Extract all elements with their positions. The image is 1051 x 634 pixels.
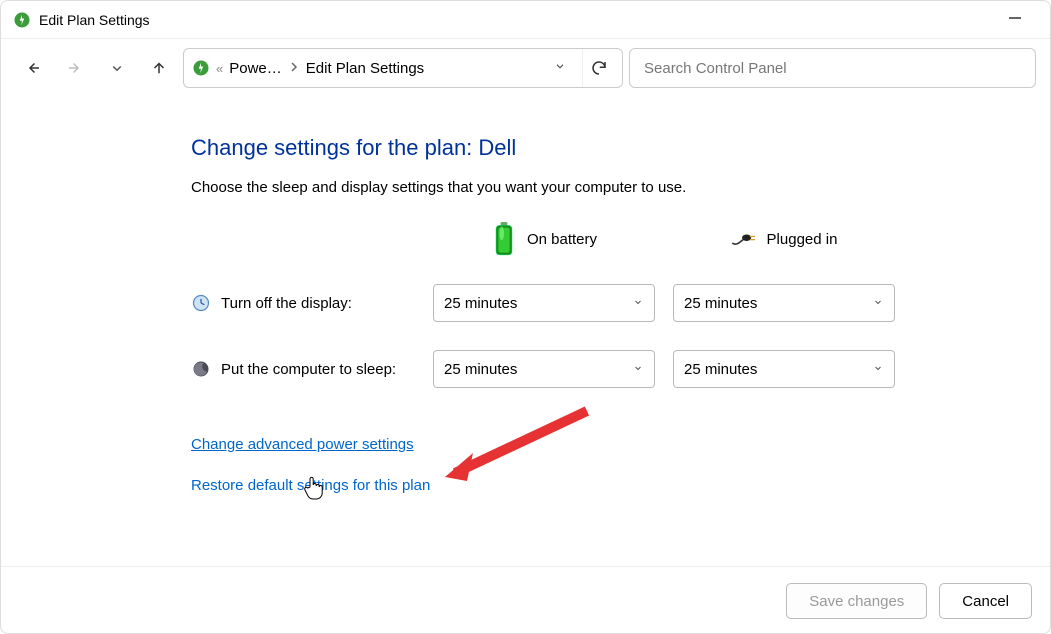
setting-row-display: Turn off the display: 25 minutes 25 minu… xyxy=(191,284,1050,322)
sleep-plugged-value: 25 minutes xyxy=(684,361,757,378)
chevron-down-icon xyxy=(872,296,884,311)
moon-icon xyxy=(191,359,211,379)
cancel-button[interactable]: Cancel xyxy=(939,583,1032,619)
display-plugged-value: 25 minutes xyxy=(684,295,757,312)
display-label: Turn off the display: xyxy=(221,295,352,312)
sleep-battery-select[interactable]: 25 minutes xyxy=(433,350,655,388)
breadcrumb-root[interactable]: Powe… xyxy=(229,60,282,77)
advanced-settings-link[interactable]: Change advanced power settings xyxy=(191,436,1050,453)
back-button[interactable] xyxy=(15,50,51,86)
setting-row-sleep: Put the computer to sleep: 25 minutes 25… xyxy=(191,350,1050,388)
chevron-down-icon xyxy=(872,362,884,377)
sleep-battery-value: 25 minutes xyxy=(444,361,517,378)
address-bar[interactable]: « Powe… Edit Plan Settings xyxy=(183,48,623,88)
chevron-right-icon[interactable] xyxy=(288,61,300,75)
column-headers: On battery Plugged in xyxy=(191,222,1050,256)
plug-icon xyxy=(731,222,757,256)
breadcrumb-overflow-icon[interactable]: « xyxy=(216,61,223,76)
power-options-icon xyxy=(192,59,210,77)
display-battery-value: 25 minutes xyxy=(444,295,517,312)
search-input[interactable] xyxy=(629,48,1036,88)
page-heading: Change settings for the plan: Dell xyxy=(191,135,1050,161)
up-button[interactable] xyxy=(141,50,177,86)
titlebar: Edit Plan Settings xyxy=(1,1,1050,39)
footer-divider xyxy=(1,566,1050,567)
display-timer-icon xyxy=(191,293,211,313)
chevron-down-icon xyxy=(632,296,644,311)
battery-icon xyxy=(491,222,517,256)
sleep-plugged-select[interactable]: 25 minutes xyxy=(673,350,895,388)
links-block: Change advanced power settings Restore d… xyxy=(191,436,1050,494)
plugged-in-label: Plugged in xyxy=(767,231,838,248)
page-description: Choose the sleep and display settings th… xyxy=(191,179,1050,196)
refresh-button[interactable] xyxy=(582,49,614,87)
minimize-button[interactable] xyxy=(992,9,1038,30)
address-dropdown-button[interactable] xyxy=(544,59,576,77)
save-button[interactable]: Save changes xyxy=(786,583,927,619)
sleep-label: Put the computer to sleep: xyxy=(221,361,396,378)
window-title: Edit Plan Settings xyxy=(39,12,992,28)
on-battery-label: On battery xyxy=(527,231,597,248)
footer-buttons: Save changes Cancel xyxy=(786,583,1032,619)
nav-row: « Powe… Edit Plan Settings xyxy=(1,39,1050,97)
power-options-icon xyxy=(13,11,31,29)
main-content: Change settings for the plan: Dell Choos… xyxy=(1,97,1050,494)
chevron-down-icon xyxy=(632,362,644,377)
display-battery-select[interactable]: 25 minutes xyxy=(433,284,655,322)
forward-button[interactable] xyxy=(57,50,93,86)
recent-locations-button[interactable] xyxy=(99,50,135,86)
restore-defaults-link[interactable]: Restore default settings for this plan xyxy=(191,477,1050,494)
breadcrumb-leaf[interactable]: Edit Plan Settings xyxy=(306,60,424,77)
display-plugged-select[interactable]: 25 minutes xyxy=(673,284,895,322)
